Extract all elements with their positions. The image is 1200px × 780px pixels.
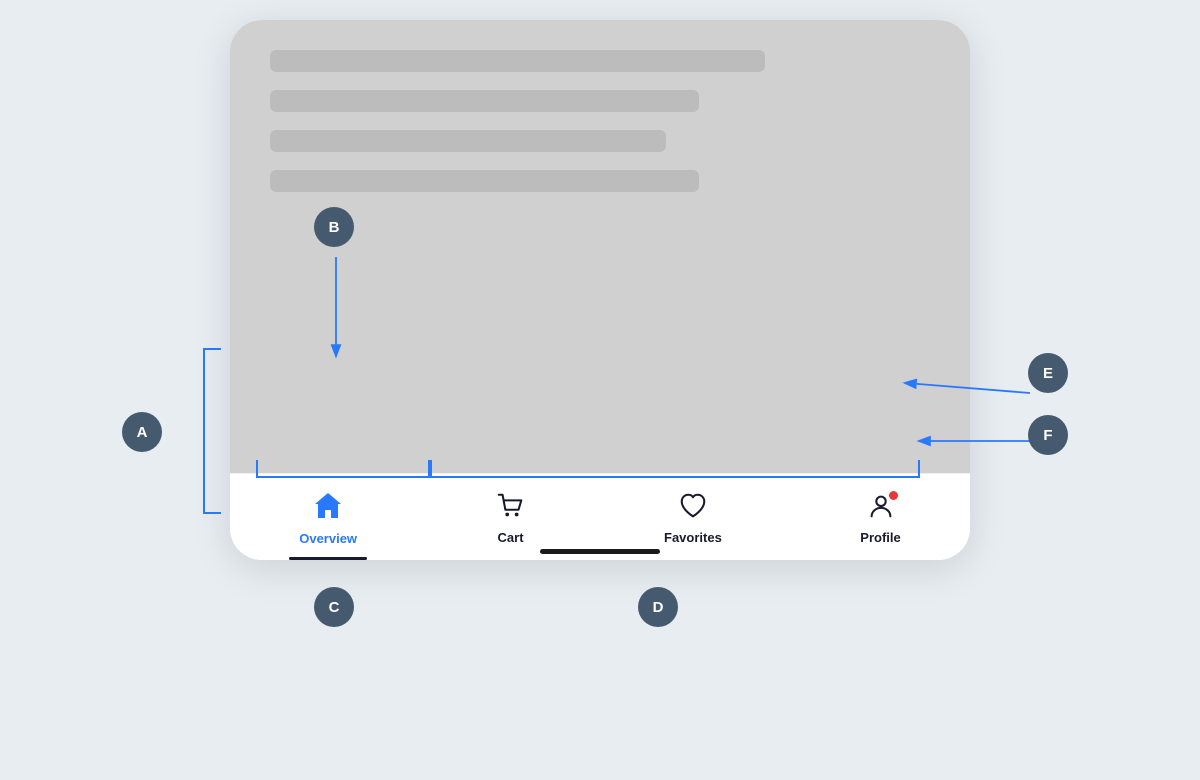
annotation-e: E <box>1028 353 1068 393</box>
tab-cart[interactable]: Cart <box>476 485 546 551</box>
tab-cart-label: Cart <box>498 530 524 545</box>
skeleton-bar-2 <box>270 90 699 112</box>
underline-c-annotation <box>256 460 430 478</box>
home-icon <box>312 490 344 527</box>
underline-d-annotation <box>430 460 920 478</box>
annotation-d: D <box>638 587 678 627</box>
tab-profile[interactable]: Profile <box>840 485 920 551</box>
annotation-f: F <box>1028 415 1068 455</box>
skeleton-bar-1 <box>270 50 765 72</box>
tab-overview[interactable]: Overview <box>279 484 377 552</box>
notification-dot <box>887 489 900 502</box>
home-indicator-pill <box>540 549 660 554</box>
tab-overview-label: Overview <box>299 531 357 546</box>
bottom-nav-bar: Overview Cart Favorites <box>230 473 970 560</box>
tab-profile-label: Profile <box>860 530 900 545</box>
annotation-a: A <box>122 412 162 452</box>
content-area <box>230 20 970 473</box>
app-frame: Overview Cart Favorites <box>230 20 970 560</box>
skeleton-bar-3 <box>270 130 666 152</box>
annotation-b: B <box>314 207 354 247</box>
annotation-c: C <box>314 587 354 627</box>
tab-favorites-label: Favorites <box>664 530 722 545</box>
profile-icon-wrapper <box>866 491 896 526</box>
cart-icon <box>496 491 526 526</box>
heart-icon <box>678 491 708 526</box>
skeleton-bar-4 <box>270 170 699 192</box>
bracket-a-annotation <box>203 348 221 514</box>
tab-favorites[interactable]: Favorites <box>644 485 742 551</box>
